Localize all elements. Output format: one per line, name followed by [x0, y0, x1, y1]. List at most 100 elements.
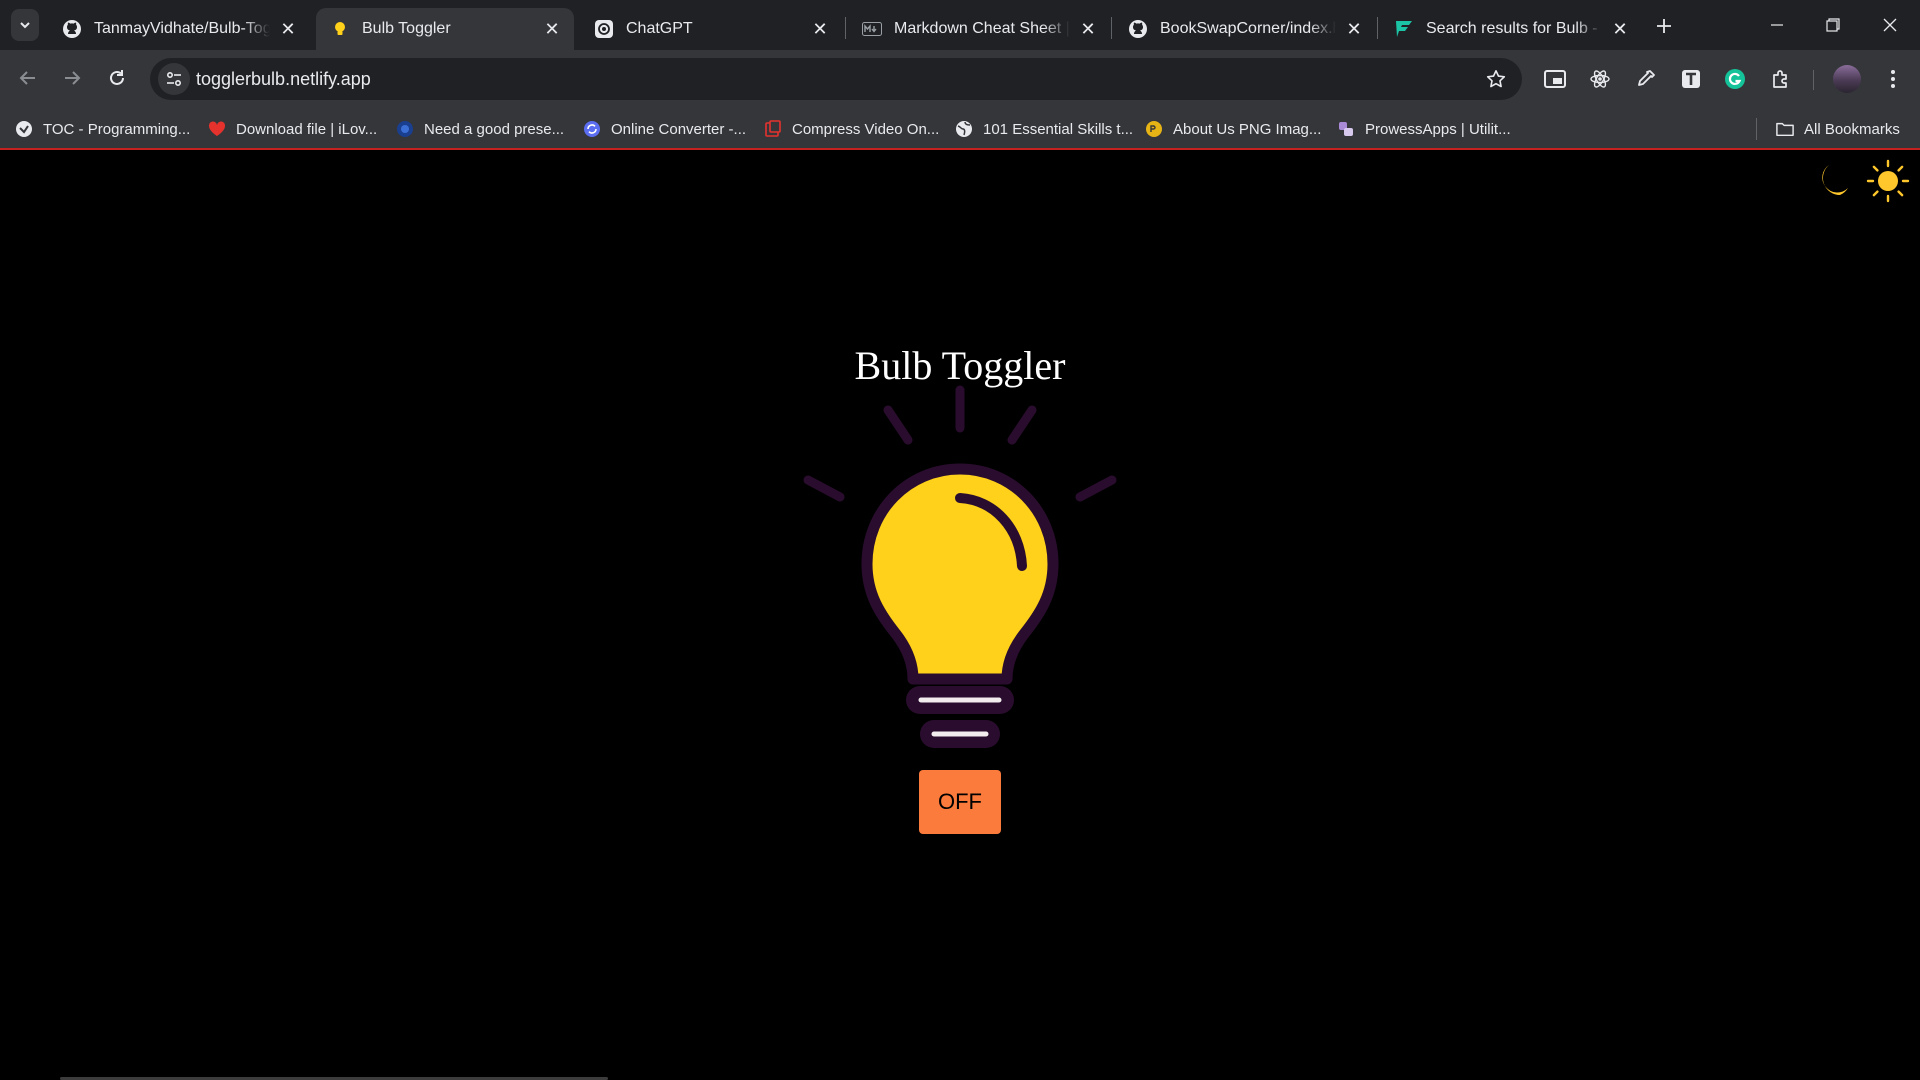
tab-bookswapcorner[interactable]: BookSwapCorner/index.html ✕	[1114, 8, 1376, 50]
extension-picture-in-picture[interactable]	[1538, 62, 1572, 96]
tune-icon	[166, 71, 182, 87]
lightbulb-icon[interactable]	[796, 384, 1124, 754]
arrow-right-icon	[65, 71, 81, 85]
markdown-icon	[862, 19, 882, 39]
browser-menu-button[interactable]	[1876, 62, 1910, 96]
react-atom-icon	[1590, 70, 1610, 88]
reload-button[interactable]	[99, 60, 135, 96]
bookmark-label: Need a good prese...	[424, 120, 565, 138]
tab-bulb-toggler[interactable]: Bulb Toggler ✕	[316, 8, 574, 50]
forward-button[interactable]	[54, 60, 90, 96]
bookmark-star-button[interactable]	[1484, 67, 1508, 91]
all-bookmarks-button[interactable]: All Bookmarks	[1776, 117, 1900, 141]
github-icon	[62, 19, 82, 39]
heart-icon	[208, 120, 226, 138]
window-close-button[interactable]	[1862, 0, 1918, 50]
close-icon[interactable]: ✕	[1608, 17, 1632, 41]
toc-icon	[15, 120, 33, 138]
tab-github-bulb-toggler[interactable]: TanmayVidhate/Bulb-Toggler ✕	[48, 8, 310, 50]
bookmark-toc[interactable]: TOC - Programming...	[15, 117, 190, 141]
bookmark-online-converter[interactable]: Online Converter -...	[583, 117, 746, 141]
tab-title: TanmayVidhate/Bulb-Toggler	[94, 20, 270, 37]
minimize-icon	[1771, 24, 1783, 26]
profile-avatar[interactable]	[1833, 65, 1861, 93]
bookmarks-bar: TOC - Programming... Download file | iLo…	[0, 108, 1920, 150]
address-bar[interactable]: togglerbulb.netlify.app	[150, 58, 1522, 100]
bookmark-essential-skills[interactable]: 101 Essential Skills t...	[955, 117, 1133, 141]
bookmark-ilovepdf[interactable]: Download file | iLov...	[208, 117, 377, 141]
tab-title: Markdown Cheat Sheet | Markdown Guide	[894, 20, 1070, 37]
minimize-button[interactable]	[1749, 0, 1805, 50]
extensions-menu-button[interactable]	[1764, 62, 1798, 96]
globe-blue-icon	[396, 120, 414, 138]
url-text: togglerbulb.netlify.app	[196, 69, 371, 89]
plus-icon	[1657, 19, 1671, 33]
tab-flaticon-search[interactable]: Search results for Bulb - Flaticon ✕	[1380, 8, 1642, 50]
sun-icon[interactable]	[1866, 159, 1910, 203]
tab-title: Bulb Toggler	[362, 20, 451, 37]
close-icon[interactable]: ✕	[1342, 17, 1366, 41]
star-icon	[1486, 70, 1506, 88]
png-icon	[1145, 120, 1163, 138]
close-icon	[1883, 18, 1897, 32]
extension-text-tool[interactable]	[1674, 62, 1708, 96]
eyedropper-icon	[1638, 70, 1655, 86]
text-t-icon	[1682, 70, 1700, 88]
back-button[interactable]	[10, 60, 46, 96]
converter-icon	[583, 120, 601, 138]
picture-in-picture-icon	[1544, 70, 1566, 88]
all-bookmarks-label: All Bookmarks	[1804, 120, 1900, 138]
close-icon[interactable]: ✕	[808, 17, 832, 41]
bookmark-label: Compress Video On...	[792, 120, 940, 138]
restore-button[interactable]	[1805, 0, 1861, 50]
bookmark-label: TOC - Programming...	[43, 120, 191, 138]
tab-markdown-cheat-sheet[interactable]: Markdown Cheat Sheet | Markdown Guide ✕	[848, 8, 1110, 50]
bookmarks-separator	[1756, 118, 1757, 140]
reload-icon	[110, 70, 124, 85]
github-icon	[1128, 19, 1148, 39]
globe-icon	[955, 120, 973, 138]
chatgpt-icon	[594, 19, 614, 39]
bookmark-label: ProwessApps | Utilit...	[1365, 120, 1511, 138]
close-icon[interactable]: ✕	[276, 17, 300, 41]
extension-color-picker[interactable]	[1629, 62, 1663, 96]
puzzle-icon	[1773, 70, 1787, 88]
arrow-left-icon	[19, 71, 35, 85]
grammarly-icon	[1725, 69, 1745, 89]
kebab-menu-icon	[1891, 70, 1895, 88]
compress-icon	[764, 120, 782, 138]
bookmark-label: Download file | iLov...	[236, 120, 378, 138]
close-icon[interactable]: ✕	[1076, 17, 1100, 41]
tab-separator	[1377, 17, 1378, 39]
toolbar-separator	[1813, 70, 1814, 90]
extension-react-devtools[interactable]	[1583, 62, 1617, 96]
tab-search-button[interactable]	[11, 9, 39, 41]
moon-icon[interactable]	[1810, 159, 1854, 203]
bookmark-compress-video[interactable]: Compress Video On...	[764, 117, 939, 141]
tab-separator	[1111, 17, 1112, 39]
bookmark-presentation[interactable]: Need a good prese...	[396, 117, 564, 141]
extension-grammarly[interactable]	[1718, 62, 1752, 96]
close-icon[interactable]: ✕	[540, 17, 564, 41]
restore-icon	[1826, 18, 1840, 32]
toggle-button[interactable]: OFF	[919, 770, 1001, 834]
page-viewport: Bulb Toggler OFF	[0, 152, 1920, 1080]
tab-title: BookSwapCorner/index.html	[1160, 20, 1336, 37]
bookmark-label: Online Converter -...	[611, 120, 747, 138]
bookmark-about-us-png[interactable]: About Us PNG Imag...	[1145, 117, 1321, 141]
prowess-icon	[1337, 120, 1355, 138]
tab-separator	[845, 17, 846, 39]
folder-icon	[1776, 120, 1794, 138]
site-info-button[interactable]	[158, 63, 190, 95]
bookmark-label: About Us PNG Imag...	[1173, 120, 1322, 138]
bookmark-label: 101 Essential Skills t...	[983, 120, 1134, 138]
tab-title: Search results for Bulb - Flaticon	[1426, 20, 1602, 37]
tab-chatgpt[interactable]: ChatGPT ✕	[580, 8, 842, 50]
bookmark-prowessapps[interactable]: ProwessApps | Utilit...	[1337, 117, 1511, 141]
new-tab-button[interactable]	[1650, 12, 1678, 40]
browser-toolbar: togglerbulb.netlify.app	[0, 50, 1920, 108]
tab-title: ChatGPT	[626, 20, 693, 37]
chevron-down-icon	[20, 22, 30, 29]
page-title: Bulb Toggler	[854, 343, 1066, 388]
bulb-favicon-icon	[330, 19, 350, 39]
